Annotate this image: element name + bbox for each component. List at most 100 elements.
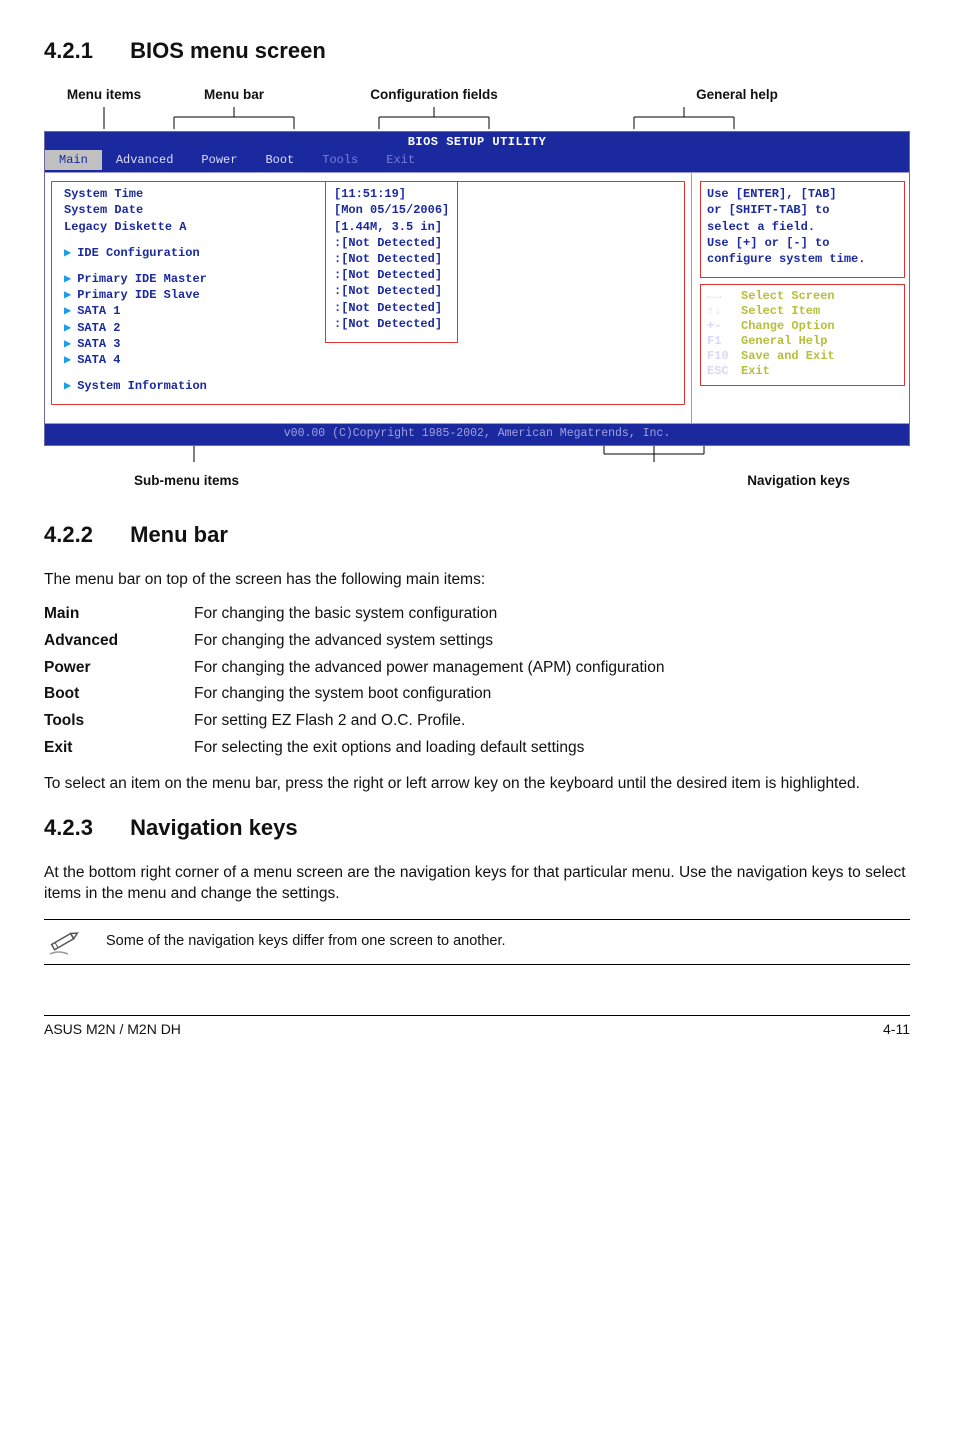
nav-keys-box: ←→Select Screen ↑↓Select Item +-Change O… — [700, 284, 905, 386]
tab-boot[interactable]: Boot — [251, 150, 308, 170]
bios-copyright: v00.00 (C)Copyright 1985-2002, American … — [45, 423, 909, 445]
top-labels: Menu items Menu bar Configuration fields… — [44, 86, 910, 104]
nav-key: F10 — [707, 349, 741, 364]
triangle-icon: ▶ — [64, 246, 71, 260]
menu-key: Advanced — [44, 628, 194, 655]
help-line: select a field. — [707, 220, 815, 234]
value-nd3: :[Not Detected] — [334, 268, 442, 282]
menu-key: Tools — [44, 708, 194, 735]
tab-main[interactable]: Main — [45, 150, 102, 170]
label-general-help: General help — [564, 86, 910, 104]
item-sata2[interactable]: SATA 2 — [77, 321, 120, 335]
item-primary-master[interactable]: Primary IDE Master — [77, 272, 207, 286]
footer-left: ASUS M2N / M2N DH — [44, 1020, 181, 1039]
section-heading: 4.2.2 Menu bar — [44, 520, 910, 550]
triangle-icon: ▶ — [64, 288, 71, 302]
item-sata1[interactable]: SATA 1 — [77, 304, 120, 318]
triangle-icon: ▶ — [64, 337, 71, 351]
value-time[interactable]: [11:51:19] — [334, 187, 406, 201]
value-nd1: :[Not Detected] — [334, 236, 442, 250]
pencil-icon — [44, 926, 84, 958]
menubar-intro: The menu bar on top of the screen has th… — [44, 570, 910, 591]
tab-tools[interactable]: Tools — [308, 150, 372, 170]
config-fields-box: [11:51:19] [Mon 05/15/2006] [1.44M, 3.5 … — [325, 181, 458, 343]
menu-description-table: MainFor changing the basic system config… — [44, 601, 664, 763]
triangle-icon: ▶ — [64, 379, 71, 393]
bios-window: BIOS SETUP UTILITY Main Advanced Power B… — [44, 131, 910, 446]
menu-key: Exit — [44, 735, 194, 762]
menu-desc: For selecting the exit options and loadi… — [194, 735, 664, 762]
menu-desc: For changing the basic system configurat… — [194, 601, 664, 628]
menu-key: Power — [44, 655, 194, 682]
note-callout: Some of the navigation keys differ from … — [44, 919, 910, 965]
item-primary-slave[interactable]: Primary IDE Slave — [77, 288, 199, 302]
bios-left-panel: System Time System Date Legacy Diskette … — [45, 173, 692, 423]
nav-desc: General Help — [741, 334, 827, 348]
menu-desc: For changing the advanced power manageme… — [194, 655, 664, 682]
item-legacy-diskette[interactable]: Legacy Diskette A — [64, 220, 186, 234]
value-nd5: :[Not Detected] — [334, 301, 442, 315]
value-nd6: :[Not Detected] — [334, 317, 442, 331]
footer-right: 4-11 — [883, 1020, 910, 1039]
label-config-fields: Configuration fields — [304, 86, 564, 104]
note-text: Some of the navigation keys differ from … — [106, 932, 506, 952]
item-system-information[interactable]: System Information — [77, 379, 207, 393]
section-title: Navigation keys — [130, 815, 298, 840]
label-menu-bar: Menu bar — [164, 86, 304, 104]
section-heading: 4.2.1 BIOS menu screen — [44, 36, 910, 66]
menu-key: Main — [44, 601, 194, 628]
section-title: BIOS menu screen — [130, 38, 326, 63]
item-system-time[interactable]: System Time — [64, 187, 143, 201]
triangle-icon: ▶ — [64, 304, 71, 318]
label-sub-menu-items: Sub-menu items — [134, 472, 239, 490]
general-help-box: Use [ENTER], [TAB] or [SHIFT-TAB] to sel… — [700, 181, 905, 278]
help-line: or [SHIFT-TAB] to — [707, 203, 829, 217]
page-footer: ASUS M2N / M2N DH 4-11 — [44, 1015, 910, 1039]
nav-key: ESC — [707, 364, 741, 379]
section-title: Menu bar — [130, 522, 228, 547]
help-line: configure system time. — [707, 252, 865, 266]
section-number: 4.2.2 — [44, 520, 124, 550]
bios-figure: Menu items Menu bar Configuration fields… — [44, 86, 910, 490]
bios-right-panel: Use [ENTER], [TAB] or [SHIFT-TAB] to sel… — [692, 173, 909, 423]
nav-key: F1 — [707, 334, 741, 349]
triangle-icon: ▶ — [64, 353, 71, 367]
nav-key: +- — [707, 319, 741, 334]
value-nd4: :[Not Detected] — [334, 284, 442, 298]
nav-key: ↑↓ — [707, 304, 741, 319]
nav-desc: Exit — [741, 364, 770, 378]
bios-menu-bar: Main Advanced Power Boot Tools Exit — [45, 150, 909, 172]
tab-power[interactable]: Power — [187, 150, 251, 170]
tab-exit[interactable]: Exit — [372, 150, 429, 170]
label-menu-items: Menu items — [44, 86, 164, 104]
tab-advanced[interactable]: Advanced — [102, 150, 188, 170]
nav-desc: Select Screen — [741, 289, 835, 303]
menu-key: Boot — [44, 681, 194, 708]
value-date[interactable]: [Mon 05/15/2006] — [334, 203, 449, 217]
section-number: 4.2.3 — [44, 813, 124, 843]
help-line: Use [+] or [-] to — [707, 236, 829, 250]
section-number: 4.2.1 — [44, 36, 124, 66]
label-navigation-keys: Navigation keys — [747, 472, 850, 490]
triangle-icon: ▶ — [64, 321, 71, 335]
menu-desc: For changing the system boot configurati… — [194, 681, 664, 708]
navkeys-paragraph: At the bottom right corner of a menu scr… — [44, 863, 910, 905]
nav-desc: Select Item — [741, 304, 820, 318]
item-sata3[interactable]: SATA 3 — [77, 337, 120, 351]
item-ide-config[interactable]: IDE Configuration — [77, 246, 199, 260]
menu-desc: For setting EZ Flash 2 and O.C. Profile. — [194, 708, 664, 735]
nav-desc: Change Option — [741, 319, 835, 333]
bios-title: BIOS SETUP UTILITY — [45, 132, 909, 150]
help-line: Use [ENTER], [TAB] — [707, 187, 837, 201]
item-sata4[interactable]: SATA 4 — [77, 353, 120, 367]
value-diskette[interactable]: [1.44M, 3.5 in] — [334, 220, 442, 234]
bottom-labels: Sub-menu items Navigation keys — [44, 472, 910, 490]
triangle-icon: ▶ — [64, 272, 71, 286]
menu-desc: For changing the advanced system setting… — [194, 628, 664, 655]
value-nd2: :[Not Detected] — [334, 252, 442, 266]
item-system-date[interactable]: System Date — [64, 203, 143, 217]
nav-key: ←→ — [707, 289, 741, 304]
menubar-outro: To select an item on the menu bar, press… — [44, 774, 910, 795]
section-heading: 4.2.3 Navigation keys — [44, 813, 910, 843]
nav-desc: Save and Exit — [741, 349, 835, 363]
